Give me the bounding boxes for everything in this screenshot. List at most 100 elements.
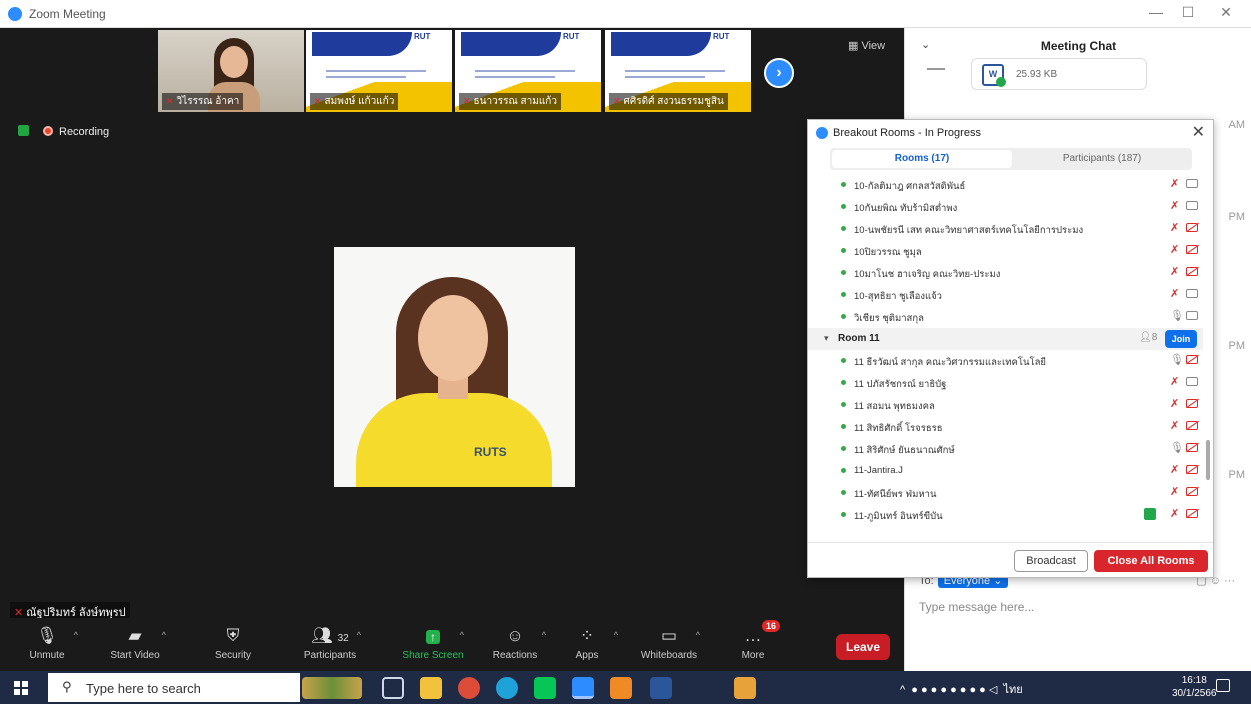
breakout-tabs: Rooms (17) Participants (187)	[830, 148, 1192, 170]
close-icon[interactable]: ✕	[1192, 122, 1205, 142]
status-dot	[841, 270, 846, 275]
file-attachment[interactable]: W 25.93 KB	[971, 58, 1147, 90]
whiteboard-icon: ▭	[660, 626, 678, 645]
room-header-11[interactable]: ▾ Room 11 👤︎8 Join	[808, 328, 1203, 350]
participant-row[interactable]: 10-นพชัยรนี เสท คณะวิทยาศาสตร์เทคโนโลยีก…	[808, 218, 1203, 240]
file-size: 25.93 KB	[1016, 69, 1058, 80]
security-button[interactable]: ⛨ Security	[198, 624, 268, 661]
participant-row[interactable]: 11 สิทธิศักดิ์ โรจรธรธ ✗	[808, 416, 1203, 438]
message-time: AM	[1228, 119, 1246, 131]
video-icon	[1186, 377, 1198, 386]
participant-row[interactable]: 11 ปภัสรัชกรณ์ ยาธิบัฐ ✗	[808, 372, 1203, 394]
message-time: PM	[1228, 340, 1246, 352]
view-button[interactable]: ▦ View	[848, 39, 885, 52]
room-count: 👤︎8	[1139, 332, 1158, 343]
scrollbar[interactable]	[1206, 440, 1210, 480]
close-window-button[interactable]: ✕	[1206, 4, 1246, 24]
chevron-up-icon[interactable]: ^	[542, 630, 546, 640]
next-page-button[interactable]: ›	[764, 58, 794, 88]
participant-row[interactable]: 11-ภูมินทร์ อินทร์ขีบัน ✗	[808, 504, 1203, 526]
participant-row[interactable]: 11 สิริศักษ์ ยันธนาณศักษ์ 🎙︎	[808, 438, 1203, 460]
language-indicator[interactable]: ไทย	[1003, 684, 1022, 696]
weather-widget-icon[interactable]	[302, 677, 362, 699]
status-dot	[841, 182, 846, 187]
participant-row[interactable]: 11-ทัศนีย์พร ฟ่มหาน ✗	[808, 482, 1203, 504]
apps-button[interactable]: ⁘ ^ Apps	[552, 624, 622, 661]
video-off-icon	[1186, 399, 1198, 408]
chevron-up-icon[interactable]: ^	[357, 630, 361, 640]
participant-tile-3[interactable]: RUT ✕ ธนาวรรณ สามแก้ว	[455, 30, 601, 112]
participant-name: 11 สอมน พุทธมงคล	[854, 401, 935, 412]
chat-message-input[interactable]: Type message here...	[919, 600, 1034, 614]
edge-icon[interactable]	[496, 677, 518, 699]
tab-rooms[interactable]: Rooms (17)	[832, 150, 1012, 168]
windows-start-icon[interactable]	[14, 681, 28, 695]
shield-icon: ⛨	[226, 626, 240, 645]
active-speaker-video: RUTS	[334, 247, 575, 487]
file-explorer-icon[interactable]	[420, 677, 442, 699]
close-all-rooms-button[interactable]: Close All Rooms	[1094, 550, 1208, 572]
zoom-logo-icon	[8, 7, 22, 21]
reactions-button[interactable]: ☺ ^ Reactions	[480, 624, 550, 661]
participant-row[interactable]: 11 สอมน พุทธมงคล ✗	[808, 394, 1203, 416]
start-video-button[interactable]: ▰ ^ Start Video	[100, 624, 170, 661]
notification-icon[interactable]	[1216, 679, 1230, 692]
participant-row[interactable]: 10-สุทธิยา ชูเลืองแจ้ว ✗	[808, 284, 1203, 306]
app-icon[interactable]	[610, 677, 632, 699]
chevron-up-icon[interactable]: ^	[162, 630, 166, 640]
system-tray[interactable]: ^ ● ● ● ● ● ● ● ● ◁ ไทย	[900, 680, 1023, 698]
video-off-icon	[1186, 487, 1198, 496]
mic-muted-icon: ✕	[166, 96, 174, 106]
smiley-icon: ☺	[506, 626, 524, 645]
taskbar-search[interactable]: ⚲ Type here to search	[48, 673, 300, 702]
leave-button[interactable]: Leave	[836, 634, 890, 660]
chevron-up-icon[interactable]: ^	[614, 630, 618, 640]
broadcast-button[interactable]: Broadcast	[1014, 550, 1088, 572]
participant-tile-4[interactable]: RUT ✕ ศศิรดิศ์ สงวนธรรมชูสิน	[605, 30, 751, 112]
chevron-up-icon[interactable]: ^	[460, 630, 464, 640]
zoom-taskbar-icon[interactable]	[572, 677, 594, 699]
mic-muted-icon: ✗	[1170, 508, 1180, 520]
maximize-button[interactable]: ☐	[1168, 4, 1208, 24]
recording-indicator[interactable]: Recording	[18, 125, 109, 138]
video-off-icon	[1186, 355, 1198, 364]
participants-button[interactable]: 👥︎ 32 ^ Participants	[295, 624, 365, 661]
chrome-icon[interactable]	[458, 677, 480, 699]
participant-name: ธนาวรรณ สามแก้ว	[473, 96, 557, 107]
participant-row[interactable]: 10ปิยวรรณ ชูมุล ✗	[808, 240, 1203, 262]
participant-name: 10-นพชัยรนี เสท คณะวิทยาศาสตร์เทคโนโลยีก…	[854, 225, 1084, 236]
room-list: 10-กัลติมาฎ ศกลสวัสดิพันธ์ ✗ 10กันยพิณ ทับ…	[808, 174, 1203, 542]
participant-row[interactable]: 11 ธีรวัฒน์ สากุล คณะวิศวกรรมและเทคโนโลย…	[808, 350, 1203, 372]
whiteboards-button[interactable]: ▭ ^ Whiteboards	[634, 624, 704, 661]
participant-row[interactable]: 10กันยพิณ ทับร้ามิสต่ำพง ✗	[808, 196, 1203, 218]
line-icon[interactable]	[534, 677, 556, 699]
chevron-up-icon[interactable]: ^	[900, 684, 905, 696]
participant-row[interactable]: 10-กัลติมาฎ ศกลสวัสดิพันธ์ ✗	[808, 174, 1203, 196]
participant-row[interactable]: 11-Jantira.J ✗	[808, 460, 1203, 482]
status-dot	[841, 248, 846, 253]
participant-name: 11 สิทธิศักดิ์ โรจรธรธ	[854, 423, 943, 434]
app-icon[interactable]	[734, 677, 756, 699]
participant-row[interactable]: วิเชียร ชุติมาสกุล 🎙︎	[808, 306, 1203, 328]
participant-tile-1[interactable]: ✕ วิไรรรณ อ้าคา	[158, 30, 304, 112]
share-screen-button[interactable]: ↑ ^ Share Screen	[398, 624, 468, 661]
more-dots-icon[interactable]: ···	[1224, 575, 1235, 587]
status-dot	[841, 468, 846, 473]
task-view-icon[interactable]	[382, 677, 404, 699]
join-room-button[interactable]: Join	[1165, 330, 1197, 348]
tab-participants[interactable]: Participants (187)	[1012, 150, 1192, 168]
word-icon[interactable]	[650, 677, 672, 699]
message-time: PM	[1228, 469, 1246, 481]
chevron-up-icon[interactable]: ^	[74, 630, 78, 640]
video-icon	[1186, 289, 1198, 298]
participant-tile-2[interactable]: RUT ✕ สมพงษ์ แก้วแก้ว	[306, 30, 452, 112]
clock[interactable]: 16:18 30/1/2566	[1172, 674, 1217, 700]
chevron-down-icon[interactable]: ▾	[824, 333, 829, 344]
unmute-button[interactable]: 🎙︎ ^ Unmute	[12, 624, 82, 661]
chevron-up-icon[interactable]: ^	[696, 630, 700, 640]
video-icon	[1186, 201, 1198, 210]
participant-row[interactable]: 10มาโนช ฮาเจริญ คณะวิทย-ประมง ✗	[808, 262, 1203, 284]
search-icon: ⚲	[62, 679, 72, 694]
mic-muted-icon: ✕	[463, 96, 471, 106]
mic-muted-icon: ✗	[1170, 376, 1180, 388]
